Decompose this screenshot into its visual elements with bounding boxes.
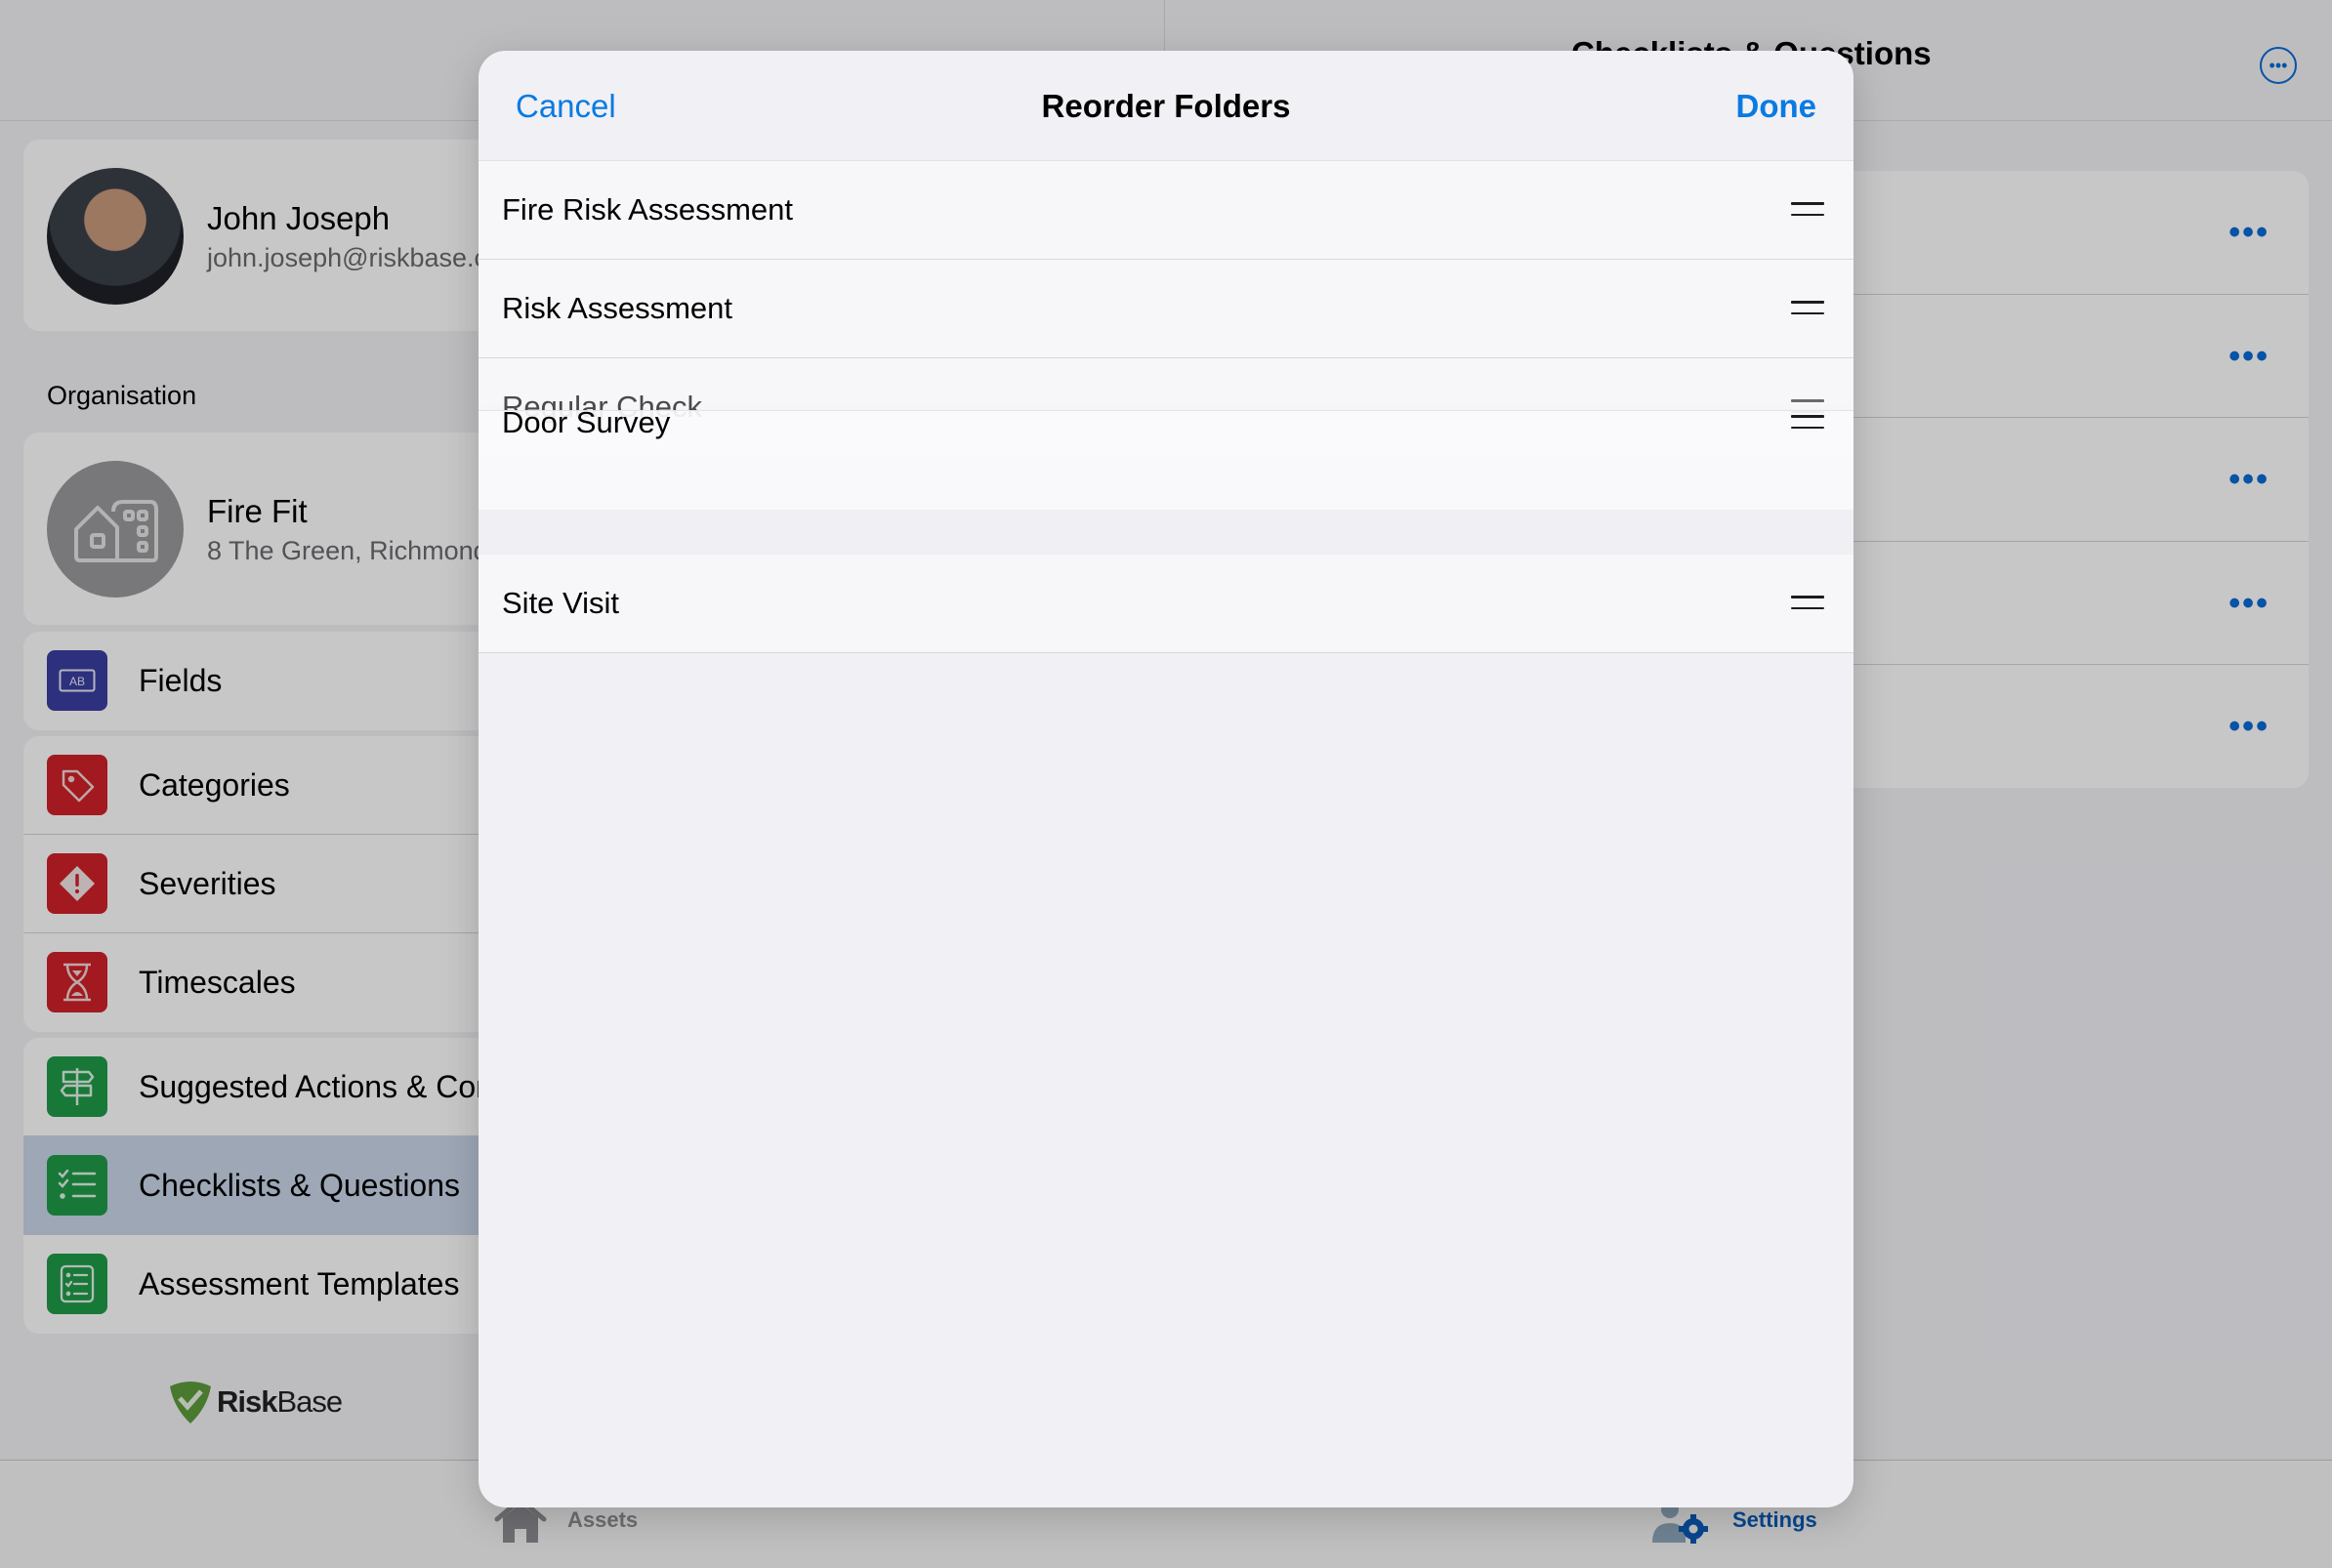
drag-handle-icon[interactable]	[1791, 301, 1824, 314]
reorder-row-dragging[interactable]: Door Survey	[479, 405, 1853, 510]
folder-name: Site Visit	[502, 586, 620, 620]
reorder-row: Risk Assessment	[479, 260, 1853, 358]
modal-header: Cancel Reorder Folders Done	[479, 51, 1853, 161]
done-button[interactable]: Done	[1736, 88, 1817, 125]
folder-name: Risk Assessment	[502, 291, 733, 325]
folder-name: Fire Risk Assessment	[502, 192, 794, 227]
drag-handle-icon[interactable]	[1791, 202, 1824, 216]
drag-handle-icon[interactable]	[1791, 596, 1824, 609]
reorder-folders-modal: Cancel Reorder Folders Done Fire Risk As…	[479, 51, 1853, 1507]
drag-handle-icon[interactable]	[1791, 415, 1824, 429]
modal-title: Reorder Folders	[1041, 88, 1291, 124]
reorder-row: Site Visit	[479, 555, 1853, 653]
drop-placeholder	[479, 510, 1853, 555]
reorder-row: Fire Risk Assessment	[479, 161, 1853, 260]
folder-name: Door Survey	[502, 405, 671, 439]
